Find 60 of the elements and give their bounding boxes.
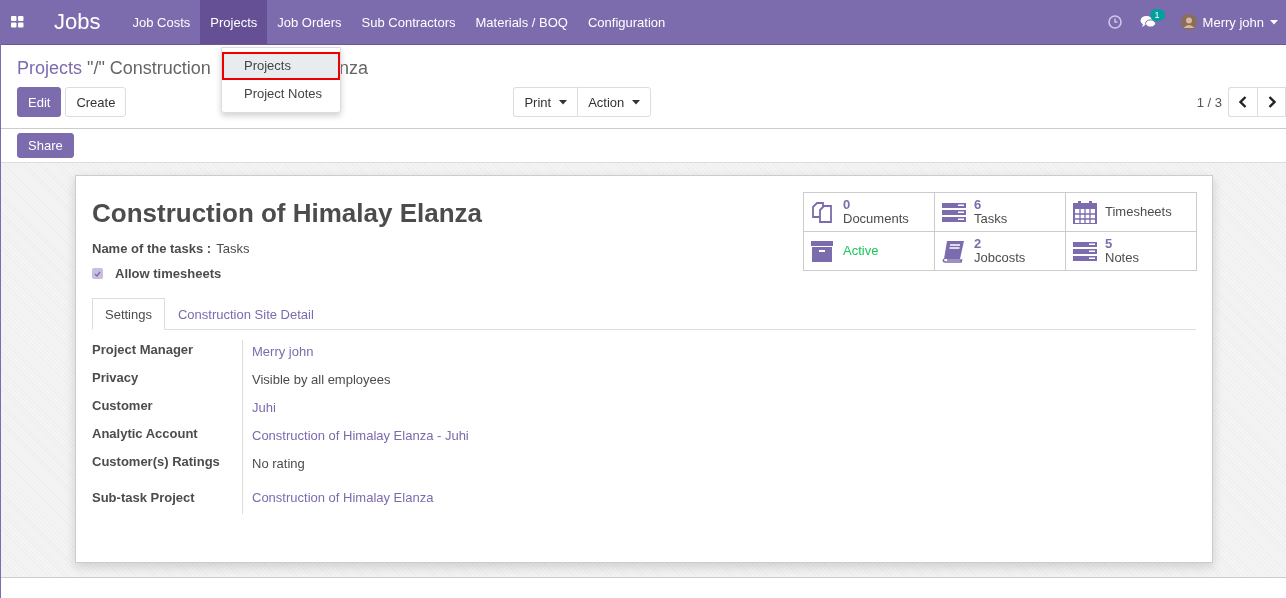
stat-button[interactable]: 5 Notes	[1066, 232, 1197, 271]
documents-icon	[811, 200, 835, 224]
field-link[interactable]: Construction of Himalay Elanza - Juhi	[242, 424, 1196, 452]
create-button[interactable]: Create	[65, 87, 127, 117]
dropdown-item[interactable]: Projects	[222, 52, 340, 80]
menu-item[interactable]: Job Orders	[267, 0, 352, 44]
breadcrumb-link[interactable]: Projects	[17, 57, 83, 79]
field-label: Analytic Account	[92, 425, 199, 443]
print-button[interactable]: Print	[513, 87, 578, 117]
field-link[interactable]: Merry john	[242, 340, 1196, 368]
chevron-right-icon	[1267, 96, 1276, 108]
message-count-badge: 1	[1149, 9, 1165, 21]
archive-icon	[811, 239, 835, 263]
caret-icon	[632, 99, 641, 105]
check-icon	[94, 270, 101, 277]
clock-icon[interactable]	[1107, 15, 1122, 29]
stat-button[interactable]: Timesheets	[1066, 193, 1197, 232]
stat-button[interactable]: 2 Jobcosts	[935, 232, 1066, 271]
list-icon	[942, 200, 966, 224]
avatar-icon	[1180, 14, 1197, 30]
field-label: Sub-task Project	[92, 489, 196, 507]
share-button[interactable]: Share	[17, 133, 74, 158]
stat-button[interactable]: 6 Tasks	[935, 193, 1066, 232]
pager-value: 1 / 3	[1196, 94, 1222, 110]
field-value: No rating	[242, 452, 1196, 480]
field-link[interactable]: Construction of Himalay Elanza	[242, 480, 1196, 514]
field-label: Customer	[92, 397, 154, 415]
project-title: Construction of Himalay Elanza	[92, 198, 483, 229]
caret-icon	[1270, 19, 1278, 25]
menu-item[interactable]: Job Costs	[122, 0, 201, 44]
field-label: Project Manager	[92, 341, 195, 359]
field-label: Name of the tasks :	[92, 241, 212, 256]
checkbox-label: Allow timesheets	[115, 266, 222, 281]
breadcrumb-current: "/" Construction	[87, 57, 211, 79]
next-button[interactable]	[1257, 87, 1286, 117]
action-button[interactable]: Action	[577, 87, 652, 117]
stat-button[interactable]: 0 Documents	[804, 193, 935, 232]
caret-icon	[559, 99, 568, 105]
calendar-icon	[1073, 200, 1097, 224]
field-label: Customer(s) Ratings	[92, 453, 221, 471]
checkbox[interactable]	[92, 268, 103, 279]
previous-button[interactable]	[1228, 87, 1257, 117]
edit-button[interactable]: Edit	[17, 87, 62, 117]
chevron-left-icon	[1239, 96, 1247, 108]
field-value: Visible by all employees	[242, 368, 1196, 396]
menu-item[interactable]: Projects	[200, 0, 268, 44]
tab[interactable]: Construction Site Detail	[165, 298, 327, 330]
list-icon	[1073, 239, 1097, 263]
book-icon	[942, 239, 966, 263]
menu-item[interactable]: Materials / BOQ	[465, 0, 578, 44]
menu-item[interactable]: Sub Contractors	[351, 0, 466, 44]
app-title: Jobs	[53, 8, 102, 36]
tab[interactable]: Settings	[92, 298, 165, 330]
dropdown-item[interactable]: Project Notes	[222, 80, 340, 108]
apps-icon[interactable]	[11, 16, 24, 28]
field-link[interactable]: Juhi	[242, 396, 1196, 424]
menu-item[interactable]: Configuration	[578, 0, 676, 44]
field-value: Tasks	[216, 241, 250, 256]
field-label: Privacy	[92, 369, 140, 387]
user-menu[interactable]: Merry john	[1180, 14, 1286, 30]
